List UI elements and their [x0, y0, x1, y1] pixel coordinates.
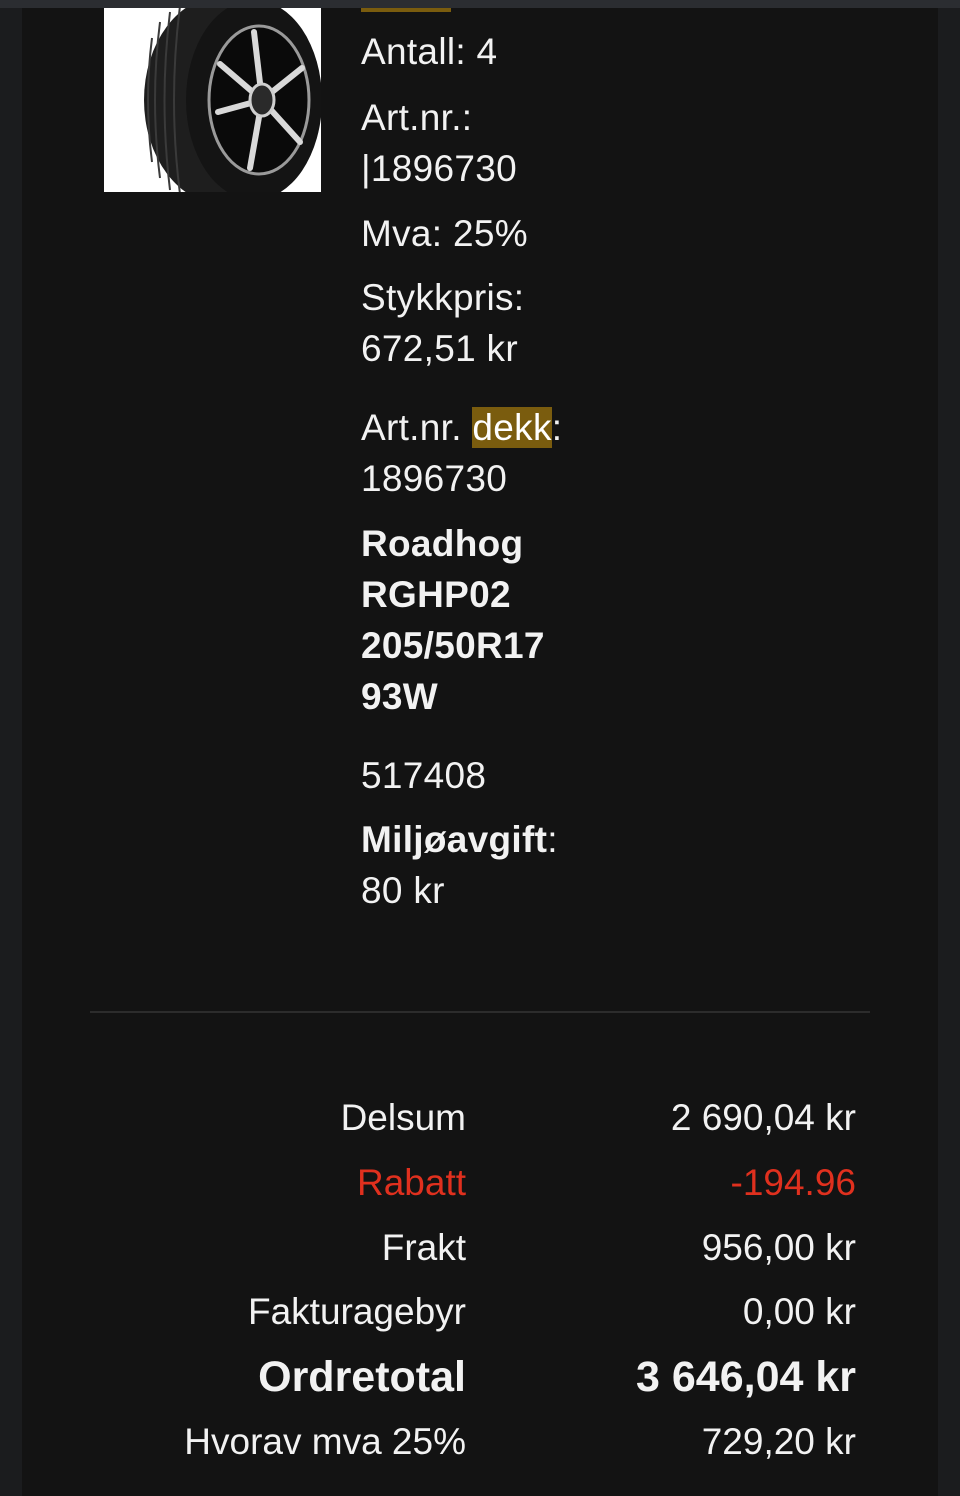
product-name-line: 205/50R17 — [361, 625, 545, 666]
total-value: 3 646,04 kr — [636, 1353, 856, 1401]
quantity-text: Antall: 4 — [361, 31, 498, 72]
unit-price-value: 672,51 kr — [361, 328, 518, 369]
order-panel: Antall: 4 Art.nr.: |1896730 Mva: 25% Sty… — [22, 8, 938, 1496]
artnr-value: |1896730 — [361, 148, 518, 189]
summary-row-total: Ordretotal 3 646,04 kr — [22, 1347, 938, 1407]
total-label: Ordretotal — [258, 1353, 466, 1401]
unit-price-label: Stykkpris: — [361, 277, 525, 318]
product-name-line: 93W — [361, 676, 438, 717]
tire-artnr-suffix: : — [551, 407, 563, 448]
discount-label: Rabatt — [356, 1162, 466, 1203]
tire-artnr-prefix: Art.nr. — [361, 407, 473, 448]
invoice-fee-label: Fakturagebyr — [248, 1291, 466, 1332]
summary-row-vat: Hvorav mva 25% 729,20 kr — [22, 1412, 938, 1472]
summary-row-invoice-fee: Fakturagebyr 0,00 kr — [22, 1282, 938, 1342]
artnr-label: Art.nr.: — [361, 97, 473, 138]
discount-value: -194.96 — [730, 1162, 857, 1203]
top-bar — [0, 0, 960, 8]
tire-icon — [104, 8, 321, 192]
env-fee-label: Miljøavgift: — [361, 814, 558, 865]
env-fee-colon: : — [547, 819, 558, 860]
shipping-value: 956,00 kr — [701, 1227, 856, 1268]
highlight-accent — [361, 8, 451, 12]
product-name-line: Roadhog — [361, 523, 524, 564]
tire-artnr-value: 1896730 — [361, 458, 508, 499]
product-code: 517408 — [361, 755, 487, 796]
subtotal-label: Delsum — [340, 1097, 466, 1138]
product-image — [104, 8, 321, 192]
env-fee-value: 80 kr — [361, 870, 445, 911]
summary-row-subtotal: Delsum 2 690,04 kr — [22, 1088, 938, 1148]
subtotal-value: 2 690,04 kr — [670, 1097, 856, 1138]
vat-included-value: 729,20 kr — [701, 1421, 856, 1462]
vat-text: Mva: 25% — [361, 213, 528, 254]
section-divider — [90, 1011, 870, 1013]
product-name-line: RGHP02 — [361, 574, 511, 615]
vat-included-label: Hvorav mva 25% — [184, 1421, 466, 1462]
summary-row-shipping: Frakt 956,00 kr — [22, 1218, 938, 1278]
search-highlight: dekk — [472, 407, 552, 448]
tire-artnr-label: Art.nr. dekk: — [361, 402, 562, 453]
summary-row-discount: Rabatt -194.96 — [22, 1153, 938, 1213]
invoice-fee-value: 0,00 kr — [742, 1291, 856, 1332]
env-fee-label-text: Miljøavgift — [361, 819, 548, 860]
shipping-label: Frakt — [381, 1227, 466, 1268]
